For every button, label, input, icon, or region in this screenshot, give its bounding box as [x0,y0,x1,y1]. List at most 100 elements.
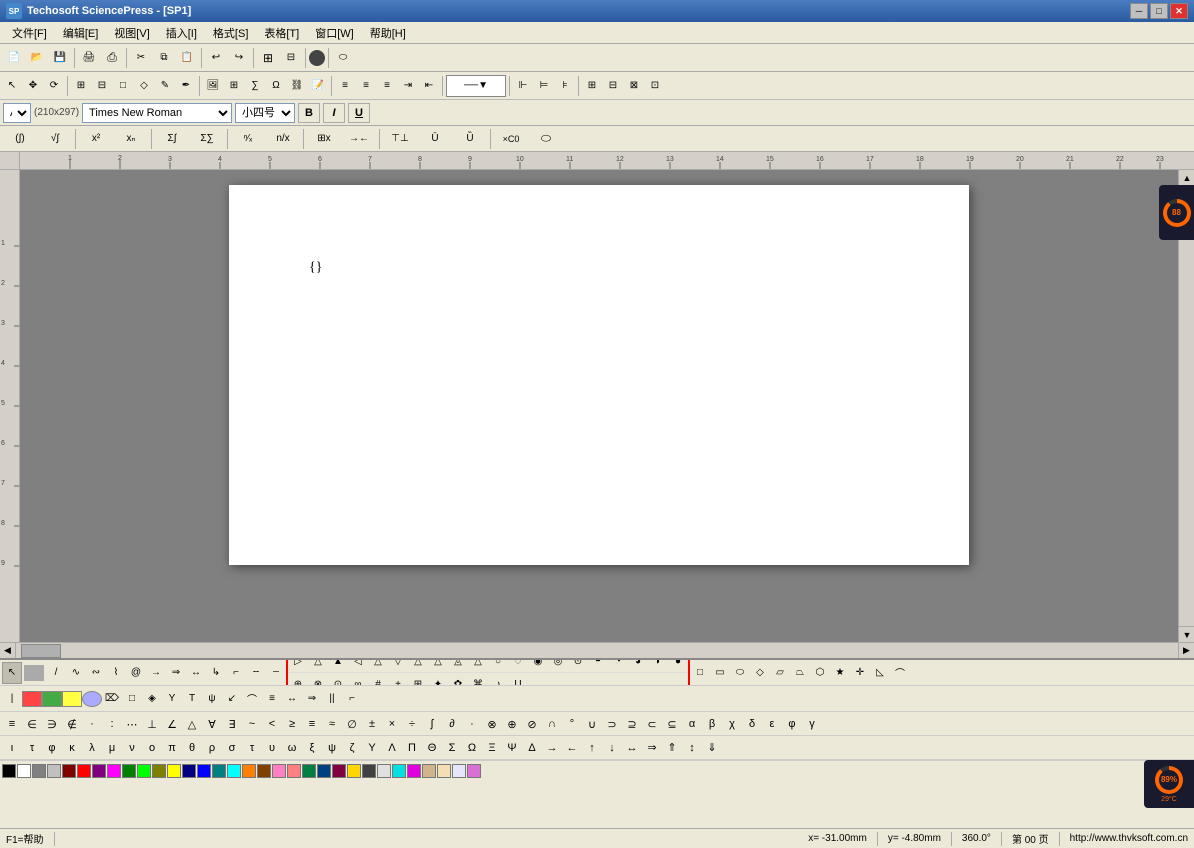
draw-wave[interactable]: ∾ [86,662,106,684]
circle1[interactable]: ○ [488,660,508,672]
color-indigo[interactable] [317,764,331,778]
menu-table[interactable]: 表格[T] [256,23,307,43]
sym-darr[interactable]: ↓ [602,737,622,759]
tool-filter[interactable]: ⌦ [102,688,122,710]
sym-larr[interactable]: ← [562,737,582,759]
grid-view[interactable]: ⊞ [257,47,279,69]
sym-perp[interactable]: ⊥ [142,713,162,735]
sym-mu[interactable]: μ [102,737,122,759]
circle8[interactable]: ◕ [628,660,648,672]
superscript-tool[interactable]: x² [79,128,113,150]
document-page[interactable]: {} [229,185,969,565]
sym-chi[interactable]: χ [722,713,742,735]
sym-Uarr[interactable]: ⇑ [662,737,682,759]
scroll-right-arrow[interactable]: ▶ [1178,643,1194,659]
insert-link[interactable]: ⛓ [287,75,307,97]
sym-omega[interactable]: ω [282,737,302,759]
tri-v6[interactable]: △ [468,660,488,672]
horizontal-scrollbar[interactable]: ◀ ▶ [0,642,1194,658]
op-ring[interactable]: ⊙ [328,673,348,686]
rotate-tool[interactable]: ⟳ [44,75,64,97]
sym-sigma[interactable]: σ [222,737,242,759]
sym-equiv2[interactable]: ≡ [302,713,322,735]
sum2-tool[interactable]: Σ∑ [190,128,224,150]
undo-button[interactable]: ↩ [205,47,227,69]
select-tool[interactable]: ↖ [2,75,22,97]
circle-tool[interactable] [309,50,325,66]
save-button[interactable]: 💾 [49,47,71,69]
paste-button[interactable]: 📋 [176,47,198,69]
insert-note[interactable]: 📝 [308,75,328,97]
sqrt-tool[interactable]: √∫ [38,128,72,150]
op-cross[interactable]: ⊗ [308,673,328,686]
sym-partial[interactable]: ∂ [442,713,462,735]
draw-para[interactable]: ▱ [770,662,790,684]
sym-theta[interactable]: θ [182,737,202,759]
restore-button[interactable]: □ [1150,3,1168,19]
grid-tool[interactable]: ⊞ [71,75,91,97]
draw-line[interactable]: / [46,662,66,684]
draw-connector[interactable]: ⌐ [226,662,246,684]
sym-pi[interactable]: π [162,737,182,759]
sym-div[interactable]: ÷ [402,713,422,735]
color-gold[interactable] [347,764,361,778]
sym-dot2[interactable]: · [462,713,482,735]
draw-ellipse[interactable]: ⬭ [730,662,750,684]
op-special[interactable]: ⌘ [468,673,488,686]
font-family-select[interactable]: Times New Roman [82,103,232,123]
color-cyan[interactable] [392,764,406,778]
menu-format[interactable]: 格式[S] [205,23,256,43]
draw-diamond[interactable]: ◇ [750,662,770,684]
color-fuchsia[interactable] [107,764,121,778]
frac-tool[interactable]: ⁿ⁄ₓ [231,128,265,150]
subscript-tool[interactable]: xₙ [114,128,148,150]
circle7[interactable]: ◔ [608,660,628,672]
sym-Xi[interactable]: Ξ [482,737,502,759]
sym-supe[interactable]: ⊇ [622,713,642,735]
justify1[interactable]: ⊩ [513,75,533,97]
sym-Sigma[interactable]: Σ [442,737,462,759]
sym-sup[interactable]: ⊃ [602,713,622,735]
color-orchid[interactable] [467,764,481,778]
sym-Omega[interactable]: Ω [462,737,482,759]
open-button[interactable]: 📂 [26,47,48,69]
table-tool[interactable]: ⊟ [92,75,112,97]
sym-angle[interactable]: ∠ [162,713,182,735]
scroll-down-arrow[interactable]: ▼ [1179,626,1194,642]
circle4[interactable]: ◎ [548,660,568,672]
frac2-tool[interactable]: n/x [266,128,300,150]
draw-spiral[interactable]: @ [126,662,146,684]
menu-file[interactable]: 文件[F] [4,23,55,43]
sym-rho[interactable]: ρ [202,737,222,759]
sym-ellipsis[interactable]: ⋯ [122,713,142,735]
sym-cup[interactable]: ∪ [582,713,602,735]
color-white[interactable] [17,764,31,778]
draw-half-tri[interactable]: ◺ [870,662,890,684]
color-green[interactable] [42,691,62,707]
circle9[interactable]: ◗ [648,660,668,672]
outline-view[interactable]: ⊟ [280,47,302,69]
sym-int[interactable]: ∫ [422,713,442,735]
sym-sub[interactable]: ⊂ [642,713,662,735]
draw-zigzag[interactable]: ⌇ [106,662,126,684]
sym-equiv[interactable]: ≡ [2,713,22,735]
insert-pic[interactable]: 🖼 [203,75,223,97]
color-tan[interactable] [422,764,436,778]
op-hash[interactable]: # [368,673,388,686]
menu-insert[interactable]: 插入[I] [158,23,205,43]
sym-oplus[interactable]: ⊕ [502,713,522,735]
pen-tool[interactable]: ✒ [176,75,196,97]
sym-Lambda[interactable]: Λ [382,737,402,759]
op-hash2[interactable]: ⊞ [408,673,428,686]
sym-psi[interactable]: ψ [322,737,342,759]
overline-tool[interactable]: Ū [418,128,452,150]
scroll-track[interactable] [1179,186,1194,626]
tool-eye[interactable]: ◈ [142,688,162,710]
sym-omicron[interactable]: ο [142,737,162,759]
tri-iso[interactable]: ▲ [328,660,348,672]
sym-forall[interactable]: ∀ [202,713,222,735]
sym-xi[interactable]: ξ [302,737,322,759]
linestyle-dropdown[interactable]: ──▼ [446,75,506,97]
cut-button[interactable]: ✂ [130,47,152,69]
sym-kappa[interactable]: κ [62,737,82,759]
